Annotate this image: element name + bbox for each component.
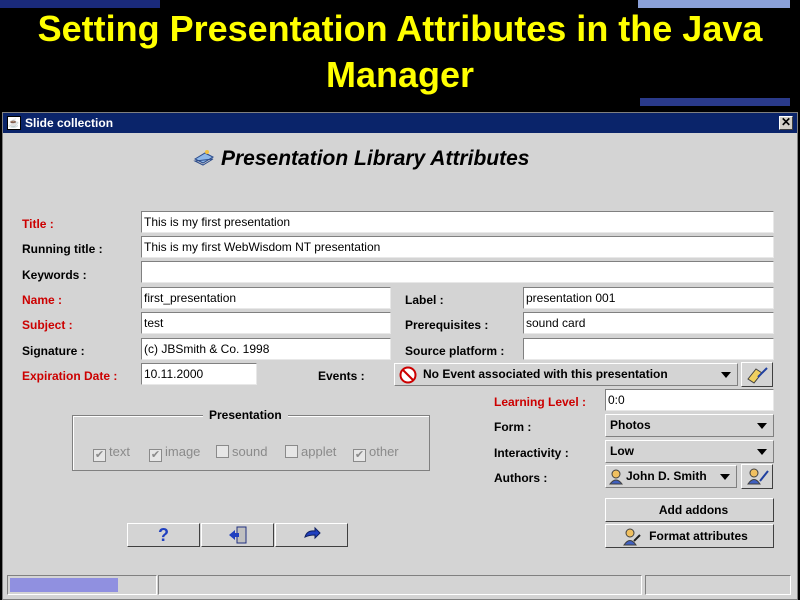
name-field[interactable]: first_presentation	[141, 287, 391, 309]
person-icon	[609, 469, 623, 485]
checkbox-label: text	[109, 444, 130, 459]
window-titlebar[interactable]: ☕ Slide collection ✕	[3, 113, 797, 133]
format-attributes-label: Format attributes	[649, 529, 748, 543]
format-attributes-icon	[623, 528, 641, 546]
checkbox-label: applet	[301, 444, 337, 459]
background-strip	[0, 0, 160, 8]
library-icon	[193, 150, 215, 166]
progress-fill	[10, 578, 118, 592]
expiration-date-field[interactable]: 10.11.2000	[141, 363, 257, 385]
checkbox-other[interactable]: ✔ other	[353, 444, 399, 462]
prerequisites-label: Prerequisites :	[405, 318, 489, 332]
close-icon[interactable]: ✕	[779, 116, 793, 130]
form-label: Form :	[494, 420, 532, 434]
keywords-field[interactable]	[141, 261, 774, 283]
chevron-down-icon	[757, 449, 767, 455]
add-addons-label: Add addons	[658, 503, 729, 517]
name-label: Name :	[22, 293, 63, 307]
subject-label: Subject :	[22, 318, 73, 332]
events-label: Events :	[318, 369, 365, 383]
events-selected: No Event associated with this presentati…	[423, 367, 668, 381]
interactivity-dropdown[interactable]: Low	[605, 440, 774, 463]
help-icon: ?	[158, 525, 169, 545]
java-app-icon: ☕	[7, 116, 21, 130]
label-label: Label :	[405, 293, 444, 307]
chevron-down-icon	[757, 423, 767, 429]
interactivity-label: Interactivity :	[494, 446, 569, 460]
background-strip	[640, 98, 790, 106]
background-strip	[638, 0, 790, 8]
prerequisites-field[interactable]: sound card	[523, 312, 774, 334]
page-title: Presentation Library Attributes	[193, 147, 529, 171]
format-attributes-button[interactable]: Format attributes	[605, 524, 774, 548]
edit-author-icon	[747, 468, 769, 485]
checkbox-box: ✔	[149, 449, 162, 462]
help-button[interactable]: ?	[127, 523, 200, 547]
checkbox-label: sound	[232, 444, 268, 459]
label-field[interactable]: presentation 001	[523, 287, 774, 309]
checkbox-image[interactable]: ✔ image	[149, 444, 200, 462]
signature-label: Signature :	[22, 344, 85, 358]
source-platform-label: Source platform :	[405, 344, 505, 358]
status-bar	[5, 575, 795, 595]
next-button[interactable]	[275, 523, 348, 547]
expiration-date-label: Expiration Date :	[22, 369, 118, 383]
checkbox-box: ✔	[93, 449, 106, 462]
presentation-legend: Presentation	[203, 408, 288, 422]
subject-field[interactable]: test	[141, 312, 391, 334]
checkbox-box	[216, 445, 229, 458]
edit-author-button[interactable]	[741, 464, 773, 489]
window-title: Slide collection	[25, 116, 114, 130]
chevron-down-icon	[721, 372, 731, 378]
learning-level-field[interactable]: 0:0	[605, 389, 774, 411]
form-selected: Photos	[610, 418, 651, 432]
events-dropdown[interactable]: No Event associated with this presentati…	[394, 363, 738, 386]
signature-field[interactable]: (c) JBSmith & Co. 1998	[141, 338, 391, 360]
chevron-down-icon	[720, 474, 730, 480]
checkbox-label: other	[369, 444, 399, 459]
source-platform-field[interactable]	[523, 338, 774, 360]
learning-level-label: Learning Level :	[494, 395, 587, 409]
title-field[interactable]: This is my first presentation	[141, 211, 774, 233]
exit-button[interactable]	[201, 523, 274, 547]
status-message	[158, 575, 642, 595]
slide-collection-window: ☕ Slide collection ✕ Presentation Librar…	[2, 112, 798, 600]
running-title-label: Running title :	[22, 242, 103, 256]
status-extra	[645, 575, 791, 595]
checkbox-box	[285, 445, 298, 458]
edit-event-icon	[747, 367, 768, 384]
progress-bar	[7, 575, 157, 595]
exit-door-icon	[228, 526, 246, 544]
keywords-label: Keywords :	[22, 268, 87, 282]
presentation-groupbox: Presentation ✔ text ✔ image sound applet ✔…	[72, 408, 430, 471]
running-title-field[interactable]: This is my first WebWisdom NT presentati…	[141, 236, 774, 258]
checkbox-applet[interactable]: applet	[285, 444, 336, 459]
form-dropdown[interactable]: Photos	[605, 414, 774, 437]
checkbox-sound[interactable]: sound	[216, 444, 267, 459]
checkbox-label: image	[165, 444, 201, 459]
slide-title: Setting Presentation Attributes in the J…	[0, 0, 800, 106]
authors-dropdown[interactable]: John D. Smith	[605, 465, 737, 488]
authors-selected: John D. Smith	[626, 469, 707, 483]
authors-label: Authors :	[494, 471, 548, 485]
edit-event-button[interactable]	[741, 362, 773, 387]
interactivity-selected: Low	[610, 444, 634, 458]
add-addons-button[interactable]: Add addons	[605, 498, 774, 522]
checkbox-box: ✔	[353, 449, 366, 462]
checkbox-text[interactable]: ✔ text	[93, 444, 130, 462]
forward-arrow-icon	[303, 526, 321, 540]
title-label: Title :	[22, 217, 54, 231]
heading-text: Presentation Library Attributes	[221, 147, 530, 170]
no-event-icon	[399, 366, 417, 384]
